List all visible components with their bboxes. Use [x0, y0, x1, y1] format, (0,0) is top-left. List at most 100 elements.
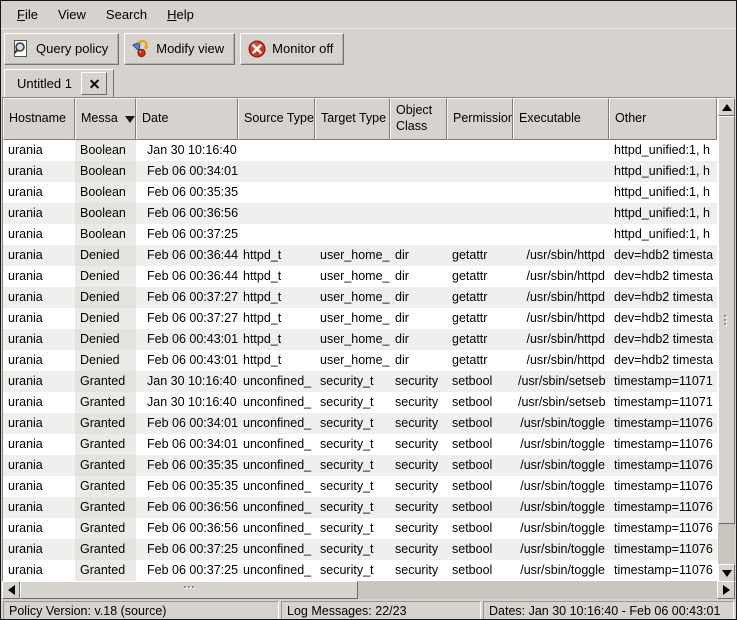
table-row[interactable]: uraniaDeniedFeb 06 00:36:44httpd_tuser_h…: [3, 266, 717, 287]
table-row[interactable]: uraniaGrantedFeb 06 00:35:35unconfined_s…: [3, 476, 717, 497]
cell: Granted: [75, 560, 136, 581]
table-row[interactable]: uraniaGrantedFeb 06 00:36:56unconfined_s…: [3, 518, 717, 539]
scroll-right-button[interactable]: [717, 581, 735, 599]
table-row[interactable]: uraniaGrantedFeb 06 00:34:01unconfined_s…: [3, 413, 717, 434]
log-table: Hostname Messa Date Source Type Target T…: [2, 97, 735, 599]
cell: setbool: [447, 539, 513, 560]
cell: urania: [3, 497, 75, 518]
cell: Feb 06 00:36:56: [136, 518, 238, 539]
table-body: uraniaBooleanJan 30 10:16:40httpd_unifie…: [3, 140, 717, 581]
cell: getattr: [447, 350, 513, 371]
table-row[interactable]: uraniaGrantedJan 30 10:16:40unconfined_s…: [3, 371, 717, 392]
table-row[interactable]: uraniaGrantedJan 30 10:16:40unconfined_s…: [3, 392, 717, 413]
cell: Feb 06 00:37:25: [136, 560, 238, 581]
column-header-object-class[interactable]: Object Class: [390, 98, 447, 140]
cell: dir: [390, 350, 447, 371]
cell: urania: [3, 245, 75, 266]
query-policy-button[interactable]: Query policy: [4, 33, 119, 65]
tab-close-button[interactable]: [81, 72, 107, 95]
cell: /usr/sbin/toggle: [513, 455, 609, 476]
cell: security: [390, 413, 447, 434]
column-header-hostname[interactable]: Hostname: [3, 98, 75, 140]
table-row[interactable]: uraniaGrantedFeb 06 00:37:25unconfined_s…: [3, 560, 717, 581]
table-row[interactable]: uraniaBooleanFeb 06 00:34:01httpd_unifie…: [3, 161, 717, 182]
horizontal-scrollbar[interactable]: [2, 581, 735, 599]
cell: user_home_: [315, 329, 390, 350]
table-row[interactable]: uraniaDeniedFeb 06 00:37:27httpd_tuser_h…: [3, 308, 717, 329]
cell: urania: [3, 182, 75, 203]
cell: Feb 06 00:35:35: [136, 182, 238, 203]
cell: timestamp=11076: [609, 434, 717, 455]
cell: [238, 182, 315, 203]
sort-desc-icon: [125, 116, 135, 123]
cell: httpd_unified:1, h: [609, 140, 717, 161]
cell: setbool: [447, 392, 513, 413]
vertical-scrollbar[interactable]: [718, 98, 735, 582]
table-row[interactable]: uraniaBooleanFeb 06 00:36:56httpd_unifie…: [3, 203, 717, 224]
cell: dir: [390, 245, 447, 266]
menu-file[interactable]: File: [7, 3, 48, 26]
cell: timestamp=11076: [609, 518, 717, 539]
cell: Denied: [75, 287, 136, 308]
cell: timestamp=11076: [609, 476, 717, 497]
cell: Jan 30 10:16:40: [136, 371, 238, 392]
table-row[interactable]: uraniaDeniedFeb 06 00:36:44httpd_tuser_h…: [3, 245, 717, 266]
cell: dev=hdb2 timesta: [609, 329, 717, 350]
scroll-up-button[interactable]: [718, 98, 735, 116]
cell: [315, 203, 390, 224]
cell: /usr/sbin/httpd: [513, 287, 609, 308]
table-row[interactable]: uraniaGrantedFeb 06 00:34:01unconfined_s…: [3, 434, 717, 455]
table-row[interactable]: uraniaGrantedFeb 06 00:36:56unconfined_s…: [3, 497, 717, 518]
table-row[interactable]: uraniaBooleanFeb 06 00:37:25httpd_unifie…: [3, 224, 717, 245]
column-header-other[interactable]: Other: [609, 98, 717, 140]
table-row[interactable]: uraniaBooleanFeb 06 00:35:35httpd_unifie…: [3, 182, 717, 203]
cell: setbool: [447, 560, 513, 581]
cell: urania: [3, 140, 75, 161]
cell: security: [390, 560, 447, 581]
table-row[interactable]: uraniaDeniedFeb 06 00:37:27httpd_tuser_h…: [3, 287, 717, 308]
cell: /usr/sbin/setseb: [513, 371, 609, 392]
arrow-down-icon: [722, 570, 732, 577]
cell: Feb 06 00:37:27: [136, 308, 238, 329]
vertical-scroll-thumb[interactable]: [718, 116, 735, 524]
table-row[interactable]: uraniaGrantedFeb 06 00:35:35unconfined_s…: [3, 455, 717, 476]
column-header-executable[interactable]: Executable: [513, 98, 609, 140]
cell: [315, 182, 390, 203]
column-header-source-type[interactable]: Source Type: [238, 98, 315, 140]
cell: httpd_unified:1, h: [609, 161, 717, 182]
cell: dir: [390, 266, 447, 287]
table-row[interactable]: uraniaGrantedFeb 06 00:37:25unconfined_s…: [3, 539, 717, 560]
menu-search[interactable]: Search: [96, 3, 157, 26]
column-header-permission[interactable]: Permission: [447, 98, 513, 140]
monitor-off-button[interactable]: Monitor off: [240, 33, 344, 65]
cell: security: [390, 476, 447, 497]
cell: [238, 161, 315, 182]
table-row[interactable]: uraniaDeniedFeb 06 00:43:01httpd_tuser_h…: [3, 329, 717, 350]
scroll-left-button[interactable]: [2, 581, 20, 599]
cell: urania: [3, 476, 75, 497]
column-header-date[interactable]: Date: [136, 98, 238, 140]
arrow-up-icon: [722, 104, 732, 111]
menu-view[interactable]: View: [48, 3, 96, 26]
tab-untitled-1[interactable]: Untitled 1: [4, 69, 114, 98]
cell: security_t: [315, 539, 390, 560]
table-row[interactable]: uraniaDeniedFeb 06 00:43:01httpd_tuser_h…: [3, 350, 717, 371]
cell: security_t: [315, 434, 390, 455]
cell: urania: [3, 287, 75, 308]
menu-help[interactable]: Help: [157, 3, 204, 26]
cell: timestamp=11076: [609, 560, 717, 581]
cell: [447, 203, 513, 224]
cell: /usr/sbin/toggle: [513, 434, 609, 455]
modify-view-button[interactable]: Modify view: [124, 33, 235, 65]
table-row[interactable]: uraniaBooleanJan 30 10:16:40httpd_unifie…: [3, 140, 717, 161]
query-policy-icon: [11, 39, 31, 59]
column-header-target-type[interactable]: Target Type: [315, 98, 390, 140]
cell: user_home_: [315, 245, 390, 266]
cell: [390, 140, 447, 161]
column-header-message[interactable]: Messa: [75, 98, 136, 140]
horizontal-scroll-thumb[interactable]: [20, 581, 358, 599]
scroll-down-button[interactable]: [718, 564, 735, 582]
cell: /usr/sbin/setseb: [513, 392, 609, 413]
cell: dev=hdb2 timesta: [609, 350, 717, 371]
cell: timestamp=11076: [609, 413, 717, 434]
